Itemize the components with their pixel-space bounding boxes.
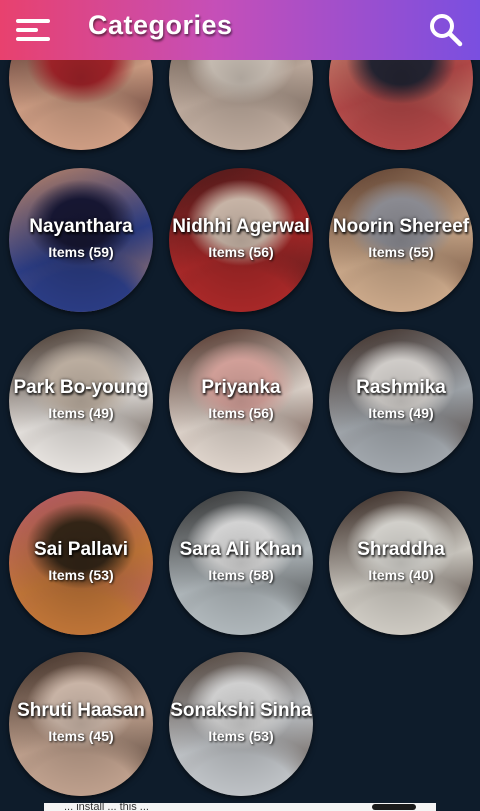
category-tile[interactable]: Priyanka Items (56) <box>169 329 313 473</box>
category-item-count: Items (53) <box>48 567 114 583</box>
category-tile[interactable]: Shruti Haasan Items (45) <box>9 652 153 796</box>
photo-overlay <box>9 168 153 312</box>
photo-overlay <box>169 491 313 635</box>
category-item-count: Items (58) <box>208 567 274 583</box>
photo-overlay <box>9 329 153 473</box>
category-name: Noorin Shereef <box>332 216 470 237</box>
ad-install-button[interactable] <box>372 804 416 810</box>
category-item-count: Items (45) <box>48 728 114 744</box>
ad-text: ... install ... this ... <box>64 803 149 811</box>
category-name: Nayanthara <box>29 216 133 237</box>
category-name: Shraddha <box>357 539 445 560</box>
category-item-count: Items (59) <box>48 244 114 260</box>
photo-overlay <box>169 329 313 473</box>
category-tile[interactable]: Nayanthara Items (59) <box>9 168 153 312</box>
photo-overlay <box>9 652 153 796</box>
category-tile[interactable]: Sonakshi Sinha Items (53) <box>169 652 313 796</box>
category-tile[interactable]: Rashmika Items (49) <box>329 329 473 473</box>
category-item-count: Items (49) <box>368 405 434 421</box>
photo-overlay <box>169 652 313 796</box>
app-screen: Kajal AggarwalItems (68)Kareena KapoorIt… <box>0 0 480 811</box>
category-name: Sonakshi Sinha <box>170 700 312 721</box>
category-item-count: Items (56) <box>208 405 274 421</box>
photo-overlay <box>169 168 313 312</box>
category-item-count: Items (56) <box>208 244 274 260</box>
hamburger-menu-icon[interactable] <box>16 14 52 46</box>
category-item-count: Items (49) <box>48 405 114 421</box>
page-title: Categories <box>88 10 233 40</box>
category-name: Sara Ali Khan <box>179 539 303 560</box>
category-tile[interactable]: Park Bo-young Items (49) <box>9 329 153 473</box>
category-name: Sai Pallavi <box>33 539 128 560</box>
category-grid: Kajal AggarwalItems (68)Kareena KapoorIt… <box>0 0 480 811</box>
photo-overlay <box>329 329 473 473</box>
category-tile[interactable]: Shraddha Items (40) <box>329 491 473 635</box>
category-name: Shruti Haasan <box>17 700 145 721</box>
category-item-count: Items (53) <box>208 728 274 744</box>
category-tile[interactable]: Sai Pallavi Items (53) <box>9 491 153 635</box>
category-tile[interactable]: Noorin Shereef Items (55) <box>329 168 473 312</box>
category-name: Nidhhi Agerwal <box>172 216 310 237</box>
category-name: Priyanka <box>201 377 281 398</box>
search-icon[interactable] <box>428 12 464 48</box>
category-tile[interactable]: Sara Ali Khan Items (58) <box>169 491 313 635</box>
category-item-count: Items (55) <box>368 244 434 260</box>
category-tile[interactable]: Nidhhi Agerwal Items (56) <box>169 168 313 312</box>
category-item-count: Items (40) <box>368 567 434 583</box>
photo-overlay <box>329 491 473 635</box>
photo-overlay <box>9 491 153 635</box>
photo-overlay <box>329 168 473 312</box>
ad-banner[interactable]: ... install ... this ... <box>44 803 436 811</box>
category-name: Park Bo-young <box>13 377 149 398</box>
app-bar: Categories <box>0 0 480 60</box>
category-name: Rashmika <box>356 377 446 398</box>
